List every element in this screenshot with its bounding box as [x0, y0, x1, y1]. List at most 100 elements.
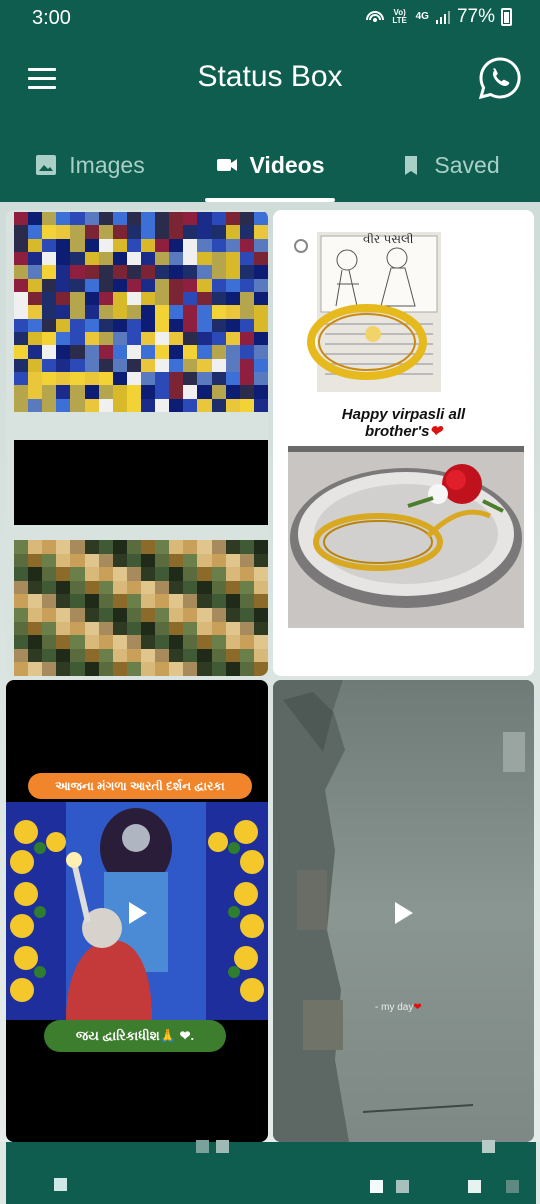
mosaic-cell	[98, 331, 113, 346]
status-video-thumbnail[interactable]	[6, 210, 268, 676]
mosaic-cell	[112, 318, 127, 332]
mosaic-cell	[169, 398, 184, 412]
mosaic-cell	[112, 580, 127, 595]
mosaic-cell	[70, 662, 85, 676]
mosaic-cell	[197, 318, 212, 332]
mosaic-cell	[56, 291, 71, 306]
mosaic-cell	[28, 567, 43, 581]
mosaic-cell	[112, 540, 127, 554]
mosaic-cell	[84, 212, 99, 226]
mosaic-cell	[253, 278, 268, 292]
mosaic-cell	[14, 212, 29, 226]
mosaic-cell	[84, 635, 99, 649]
mosaic-cell	[183, 278, 198, 292]
mosaic-cell	[155, 251, 170, 266]
mosaic-cell	[126, 580, 141, 595]
mosaic-cell	[211, 291, 226, 306]
mosaic-cell	[112, 305, 127, 319]
mosaic-cell	[42, 331, 57, 346]
mosaic-cell	[126, 567, 141, 581]
mosaic-cell	[84, 385, 99, 399]
mosaic-cell	[42, 580, 57, 595]
mosaic-cell	[14, 251, 29, 266]
mosaic-cell	[56, 567, 71, 581]
mosaic-cell	[56, 648, 71, 663]
tab-saved[interactable]: Saved	[360, 128, 540, 202]
mosaic-cell	[239, 567, 254, 581]
mosaic-cell	[225, 553, 240, 568]
status-video-thumbnail[interactable]: - my day❤	[273, 680, 534, 1142]
status-grid: વીર પસલી Happy virpasli all brother's❤ આ…	[0, 202, 540, 1142]
mosaic-cell	[225, 251, 240, 266]
mosaic-cell	[197, 291, 212, 306]
mosaic-cell	[70, 318, 85, 332]
mosaic-cell	[169, 553, 184, 568]
mosaic-cell	[42, 567, 57, 581]
mosaic-cell	[42, 238, 57, 252]
mosaic-cell	[253, 291, 268, 306]
mosaic-cell	[239, 278, 254, 292]
mosaic-cell	[225, 278, 240, 292]
mosaic-cell	[197, 331, 212, 346]
mosaic-cell	[28, 238, 43, 252]
mosaic-cell	[28, 648, 43, 663]
mosaic-cell	[183, 251, 198, 266]
mosaic-cell	[84, 371, 99, 386]
thumbnail-black-area	[14, 440, 268, 525]
mosaic-cell	[28, 398, 43, 412]
mosaic-cell	[197, 621, 212, 636]
mosaic-cell	[239, 251, 254, 266]
mosaic-cell	[155, 212, 170, 226]
mosaic-cell	[155, 291, 170, 306]
mosaic-cell	[14, 225, 29, 239]
mosaic-cell	[84, 662, 99, 676]
mosaic-cell	[112, 648, 127, 663]
mosaic-cell	[14, 265, 29, 279]
mosaic-cell	[140, 251, 156, 266]
mosaic-cell	[56, 594, 71, 608]
tab-images[interactable]: Images	[0, 128, 180, 202]
mosaic-cell	[239, 540, 254, 554]
mosaic-cell	[183, 331, 198, 346]
mosaic-cell	[197, 608, 212, 622]
mosaic-cell	[42, 318, 57, 332]
rakhi-plate-photo	[288, 446, 524, 628]
mosaic-cell	[155, 225, 170, 239]
mosaic-cell	[70, 358, 85, 372]
mosaic-cell	[112, 345, 127, 359]
mosaic-cell	[183, 318, 198, 332]
mosaic-cell	[56, 662, 71, 676]
mosaic-cell	[253, 594, 268, 608]
mosaic-cell	[239, 662, 254, 676]
mosaic-cell	[28, 594, 43, 608]
mosaic-cell	[197, 580, 212, 595]
status-image-thumbnail[interactable]: વીર પસલી Happy virpasli all brother's❤	[273, 210, 534, 676]
mosaic-cell	[112, 635, 127, 649]
videocam-icon	[216, 159, 237, 171]
mosaic-cell	[211, 305, 226, 319]
mosaic-cell	[183, 305, 198, 319]
mosaic-cell	[112, 265, 127, 279]
mosaic-cell	[126, 398, 141, 412]
tab-videos[interactable]: Videos	[180, 128, 360, 202]
mosaic-cell	[84, 358, 99, 372]
mosaic-cell	[155, 358, 170, 372]
status-video-thumbnail[interactable]: આજના મંગળા આરતી દર્શન દ્વારકા જય દ્વારિક…	[6, 680, 268, 1142]
mosaic-cell	[56, 608, 71, 622]
mosaic-cell	[183, 580, 198, 595]
mosaic-cell	[140, 594, 156, 608]
mosaic-cell	[42, 345, 57, 359]
mosaic-cell	[98, 648, 113, 663]
mosaic-cell	[126, 385, 141, 399]
mosaic-cell	[239, 345, 254, 359]
mosaic-cell	[253, 648, 268, 663]
mosaic-cell	[169, 580, 184, 595]
mosaic-cell	[239, 212, 254, 226]
whatsapp-icon[interactable]	[478, 56, 522, 100]
jay-dwarkadhish-pill: જય દ્વારિકાધીશ🙏 ❤.	[44, 1020, 226, 1052]
mosaic-cell	[98, 635, 113, 649]
network-type: 4G	[415, 11, 429, 22]
ad-banner[interactable]	[6, 1140, 536, 1204]
pixel-block	[54, 1178, 67, 1191]
mosaic-cell	[56, 371, 71, 386]
